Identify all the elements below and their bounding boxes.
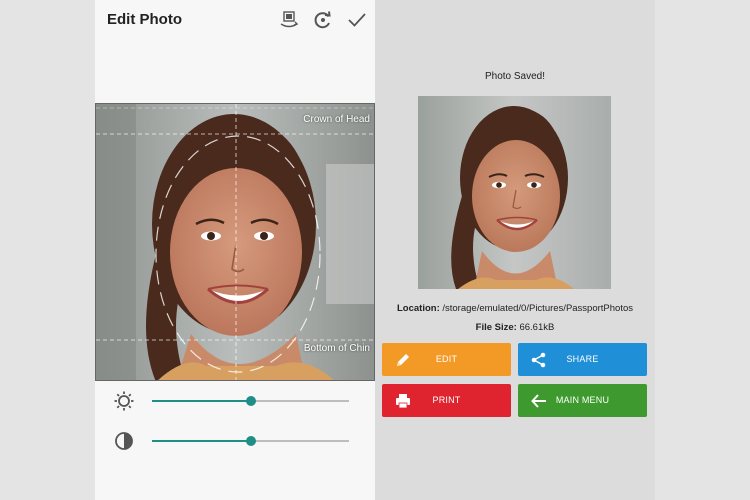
edit-button-label: EDIT <box>435 354 458 364</box>
main-menu-button[interactable]: MAIN MENU <box>518 384 647 417</box>
contrast-slider-row <box>95 426 375 456</box>
photo-editor-canvas[interactable]: Crown of Head Bottom of Chin <box>95 103 375 381</box>
contrast-slider[interactable] <box>152 436 349 446</box>
screenshot-root: Edit Photo Crown of Head Bottom of Chin … <box>0 0 750 500</box>
print-button[interactable]: PRINT <box>382 384 511 417</box>
photo-saved-screen: Photo Saved! Location: /storage/emulated… <box>375 0 655 500</box>
reset-icon[interactable] <box>313 10 333 30</box>
contrast-slider-thumb[interactable] <box>245 436 256 446</box>
bottom-of-chin-label: Bottom of Chin <box>303 343 370 354</box>
location-label: Location: <box>396 303 440 314</box>
main-menu-button-label: MAIN MENU <box>555 395 610 405</box>
edit-toolbar: Edit Photo <box>95 0 375 40</box>
share-button-label: SHARE <box>566 354 599 364</box>
filesize-value: 66.61kB <box>519 322 555 333</box>
edit-photo-screen: Edit Photo Crown of Head Bottom of Chin <box>95 0 375 500</box>
check-icon[interactable] <box>347 10 367 30</box>
contrast-icon <box>115 432 133 450</box>
brightness-slider[interactable] <box>152 396 349 406</box>
location-line: Location: /storage/emulated/0/Pictures/P… <box>375 303 655 314</box>
brightness-slider-thumb[interactable] <box>245 396 256 406</box>
saved-portrait-photo <box>418 96 611 289</box>
edit-button[interactable]: EDIT <box>382 343 511 376</box>
page-title: Edit Photo <box>107 11 182 28</box>
crown-of-head-label: Crown of Head <box>303 114 370 125</box>
portrait-photo <box>96 104 374 380</box>
right-margin <box>655 0 750 500</box>
print-button-label: PRINT <box>432 395 461 405</box>
saved-photo-preview <box>418 96 611 289</box>
share-button[interactable]: SHARE <box>518 343 647 376</box>
location-value: /storage/emulated/0/Pictures/PassportPho… <box>442 303 634 314</box>
brightness-slider-fill <box>152 400 251 402</box>
filesize-label: File Size: <box>475 322 517 333</box>
brightness-slider-row <box>95 386 375 416</box>
left-margin <box>0 0 95 500</box>
filesize-line: File Size: 66.61kB <box>375 322 655 333</box>
crop-rotate-icon[interactable] <box>279 10 299 30</box>
contrast-slider-fill <box>152 440 251 442</box>
photo-saved-message: Photo Saved! <box>484 71 546 82</box>
brightness-icon <box>114 391 134 411</box>
